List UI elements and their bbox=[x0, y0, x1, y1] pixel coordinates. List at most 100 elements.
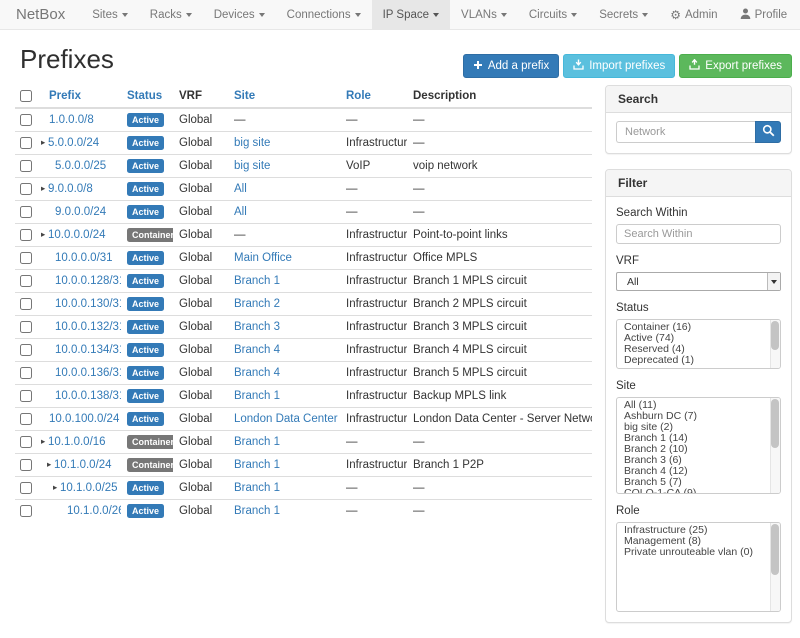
vrf-value: Global bbox=[179, 390, 212, 402]
prefix-link[interactable]: 10.1.0.0/24 bbox=[54, 459, 112, 471]
row-checkbox[interactable] bbox=[20, 390, 32, 402]
role-listbox[interactable]: Infrastructure (25)Management (8)Private… bbox=[616, 522, 781, 612]
site-listbox[interactable]: All (11)Ashburn DC (7)big site (2)Branch… bbox=[616, 397, 781, 494]
column-header-prefix[interactable]: Prefix bbox=[37, 85, 121, 108]
search-button[interactable] bbox=[755, 121, 781, 143]
row-checkbox[interactable] bbox=[20, 505, 32, 517]
scrollbar[interactable] bbox=[770, 320, 780, 368]
site-link[interactable]: Branch 3 bbox=[234, 321, 280, 333]
export-prefixes-button[interactable]: Export prefixes bbox=[679, 54, 792, 78]
status-listbox[interactable]: Container (16)Active (74)Reserved (4)Dep… bbox=[616, 319, 781, 369]
prefix-link[interactable]: 5.0.0.0/24 bbox=[48, 137, 99, 149]
row-checkbox[interactable] bbox=[20, 229, 32, 241]
cell-site: Branch 1 bbox=[228, 385, 340, 408]
prefix-link[interactable]: 10.0.0.136/31 bbox=[55, 367, 121, 379]
prefix-link[interactable]: 10.0.0.132/31 bbox=[55, 321, 121, 333]
row-checkbox[interactable] bbox=[20, 482, 32, 494]
column-header-role[interactable]: Role bbox=[340, 85, 407, 108]
nav-item-sites[interactable]: Sites bbox=[81, 0, 139, 29]
nav-item-admin[interactable]: ⚙ Admin bbox=[659, 0, 728, 29]
prefix-link[interactable]: 10.1.0.0/25 bbox=[60, 482, 118, 494]
prefix-link[interactable]: 10.0.0.128/31 bbox=[55, 275, 121, 287]
add-prefix-button[interactable]: Add a prefix bbox=[463, 54, 559, 78]
sidebar: Search Filter Search Within bbox=[605, 85, 792, 638]
button-label: Import prefixes bbox=[589, 60, 665, 72]
site-link[interactable]: big site bbox=[234, 137, 270, 149]
scrollbar[interactable] bbox=[770, 523, 780, 611]
site-link[interactable]: Branch 1 bbox=[234, 505, 280, 517]
prefix-link[interactable]: 10.0.0.138/31 bbox=[55, 390, 121, 402]
nav-item-connections[interactable]: Connections bbox=[276, 0, 372, 29]
site-link[interactable]: Branch 1 bbox=[234, 459, 280, 471]
column-header-site[interactable]: Site bbox=[228, 85, 340, 108]
site-link[interactable]: Branch 1 bbox=[234, 275, 280, 287]
row-checkbox[interactable] bbox=[20, 137, 32, 149]
cell-vrf: Global bbox=[173, 408, 228, 431]
row-checkbox[interactable] bbox=[20, 206, 32, 218]
row-checkbox[interactable] bbox=[20, 459, 32, 471]
site-link[interactable]: Main Office bbox=[234, 252, 292, 264]
prefix-link[interactable]: 10.0.0.0/24 bbox=[48, 229, 106, 241]
search-within-input[interactable] bbox=[616, 224, 781, 244]
row-checkbox[interactable] bbox=[20, 344, 32, 356]
row-checkbox[interactable] bbox=[20, 252, 32, 264]
prefix-link[interactable]: 9.0.0.0/8 bbox=[48, 183, 93, 195]
nav-item-label: Sites bbox=[92, 9, 118, 21]
cell-status: Active bbox=[121, 108, 173, 132]
nav-item-profile[interactable]: Profile bbox=[729, 0, 799, 29]
vrf-select[interactable]: All bbox=[616, 272, 781, 291]
site-link[interactable]: London Data Center bbox=[234, 413, 338, 425]
filter-option[interactable]: COLO-1-CA (9) bbox=[617, 488, 768, 494]
row-checkbox[interactable] bbox=[20, 160, 32, 172]
site-link[interactable]: Branch 2 bbox=[234, 298, 280, 310]
prefix-link[interactable]: 10.1.0.0/16 bbox=[48, 436, 106, 448]
nav-item-racks[interactable]: Racks bbox=[139, 0, 203, 29]
table-row: 10.0.0.138/31ActiveGlobalBranch 1Infrast… bbox=[15, 385, 592, 408]
cell-checkbox bbox=[15, 362, 37, 385]
prefix-link[interactable]: 10.0.0.0/31 bbox=[55, 252, 113, 264]
nav-item-secrets[interactable]: Secrets bbox=[588, 0, 659, 29]
cell-role: Infrastructure bbox=[340, 454, 407, 477]
column-header-status[interactable]: Status bbox=[121, 85, 173, 108]
site-link[interactable]: Branch 1 bbox=[234, 436, 280, 448]
prefix-link[interactable]: 10.0.0.134/31 bbox=[55, 344, 121, 356]
import-prefixes-button[interactable]: Import prefixes bbox=[563, 54, 675, 78]
vrf-value: Global bbox=[179, 275, 212, 287]
row-checkbox[interactable] bbox=[20, 298, 32, 310]
prefix-link[interactable]: 1.0.0.0/8 bbox=[49, 114, 94, 126]
prefix-link[interactable]: 10.1.0.0/26 bbox=[67, 505, 121, 517]
filter-option[interactable]: Infrastructure (25) bbox=[617, 525, 768, 536]
site-link[interactable]: Branch 1 bbox=[234, 390, 280, 402]
nav-item-devices[interactable]: Devices bbox=[203, 0, 276, 29]
site-link[interactable]: All bbox=[234, 206, 247, 218]
site-link[interactable]: Branch 1 bbox=[234, 482, 280, 494]
prefix-link[interactable]: 10.0.0.130/31 bbox=[55, 298, 121, 310]
prefix-link[interactable]: 9.0.0.0/24 bbox=[55, 206, 106, 218]
row-checkbox[interactable] bbox=[20, 275, 32, 287]
prefix-link[interactable]: 10.0.100.0/24 bbox=[49, 413, 119, 425]
nav-item-circuits[interactable]: Circuits bbox=[518, 0, 588, 29]
expand-arrow-icon: ▸ bbox=[41, 436, 48, 447]
row-checkbox[interactable] bbox=[20, 321, 32, 333]
prefix-link[interactable]: 5.0.0.0/25 bbox=[55, 160, 106, 172]
row-checkbox[interactable] bbox=[20, 114, 32, 126]
filter-option[interactable]: Private unrouteable vlan (0) bbox=[617, 547, 768, 558]
row-checkbox[interactable] bbox=[20, 183, 32, 195]
status-badge: Active bbox=[127, 366, 164, 380]
row-checkbox[interactable] bbox=[20, 413, 32, 425]
nav-item-vlans[interactable]: VLANs bbox=[450, 0, 518, 29]
brand-logo[interactable]: NetBox bbox=[0, 0, 81, 29]
search-input[interactable] bbox=[616, 121, 755, 143]
row-checkbox[interactable] bbox=[20, 436, 32, 448]
site-link[interactable]: Branch 4 bbox=[234, 367, 280, 379]
scrollbar[interactable] bbox=[770, 398, 780, 493]
site-link[interactable]: big site bbox=[234, 160, 270, 172]
nav-item-ip-space[interactable]: IP Space bbox=[372, 0, 450, 29]
role-value: Infrastructure bbox=[346, 321, 407, 333]
site-link[interactable]: Branch 4 bbox=[234, 344, 280, 356]
filter-option[interactable]: Management (8) bbox=[617, 536, 768, 547]
filter-option[interactable]: Deprecated (1) bbox=[617, 355, 768, 366]
site-link[interactable]: All bbox=[234, 183, 247, 195]
row-checkbox[interactable] bbox=[20, 367, 32, 379]
select-all-checkbox[interactable] bbox=[20, 90, 32, 102]
